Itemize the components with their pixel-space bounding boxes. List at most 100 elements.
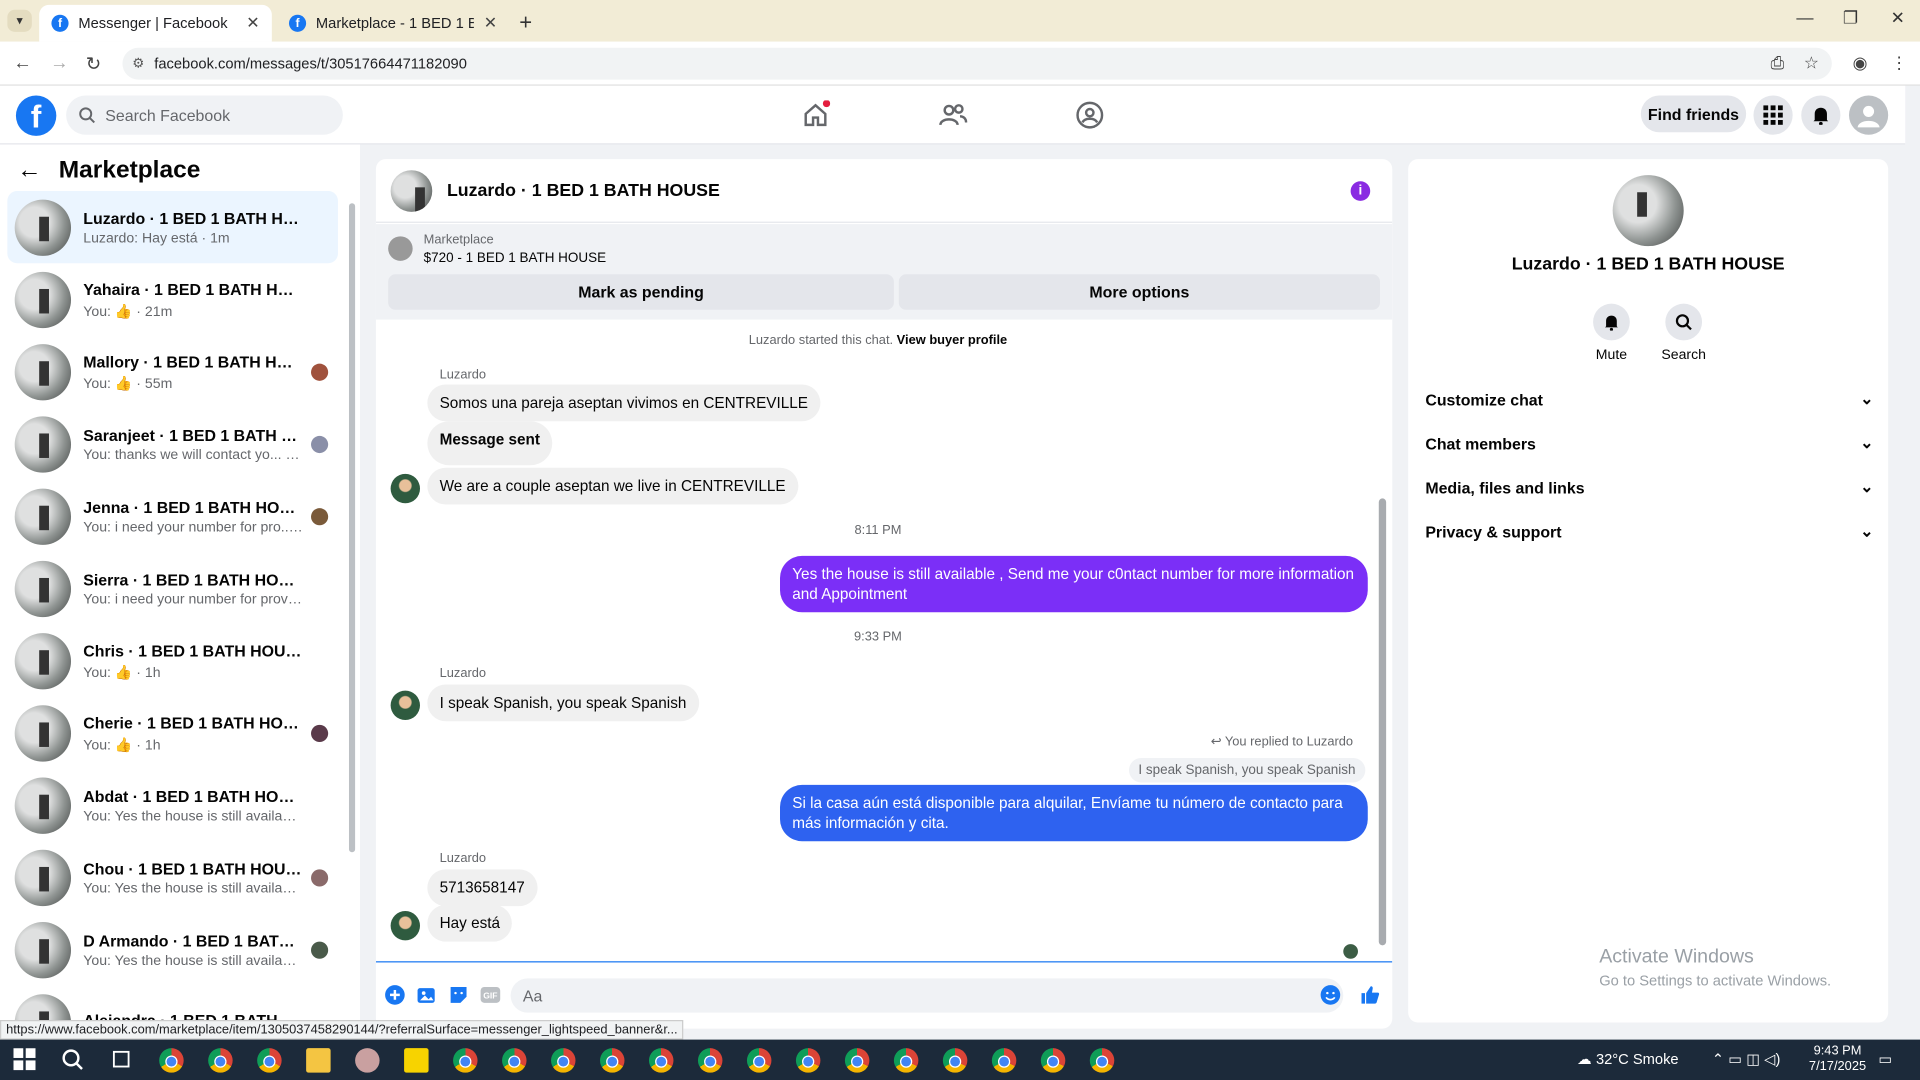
quoted-message[interactable]: I speak Spanish, you speak Spanish xyxy=(1128,757,1366,783)
tab-messenger[interactable]: f Messenger | Facebook ✕ xyxy=(39,4,272,42)
chrome-icon[interactable] xyxy=(746,1048,772,1073)
chrome-icon[interactable] xyxy=(648,1048,674,1073)
close-tab-icon[interactable]: ✕ xyxy=(484,13,497,33)
search-icon[interactable] xyxy=(61,1048,85,1072)
media-files-links-section[interactable]: Media, files and links ⌄ xyxy=(1425,478,1873,498)
conversation-item[interactable]: Luzardo · 1 BED 1 BATH HOUSE Luzardo: Hay… xyxy=(7,191,338,264)
chat-members-section[interactable]: Chat members ⌄ xyxy=(1425,433,1873,453)
reload-icon[interactable]: ↻ xyxy=(86,53,101,75)
incoming-message[interactable]: 5713658147 xyxy=(427,869,537,907)
chat-title[interactable]: Luzardo · 1 BED 1 BATH HOUSE xyxy=(447,181,720,201)
sticky-notes-icon[interactable] xyxy=(404,1048,429,1073)
sender-avatar[interactable] xyxy=(390,473,421,504)
page-scrollbar[interactable] xyxy=(1905,85,1920,1039)
conversation-item[interactable]: Jenna · 1 BED 1 BATH HOUSE You: i need yo… xyxy=(7,480,338,552)
conversation-item[interactable]: Sierra · 1 BED 1 BATH HOUSE You: i need y… xyxy=(7,552,338,624)
find-friends-button[interactable]: Find friends xyxy=(1640,95,1747,133)
sender-avatar[interactable] xyxy=(390,690,421,721)
weather-widget[interactable]: ☁ 32°C Smoke xyxy=(1577,1051,1678,1068)
chrome-icon[interactable] xyxy=(795,1048,821,1073)
conversation-item[interactable]: Abdat · 1 BED 1 BATH HOUSE You: Yes the h… xyxy=(7,769,338,841)
chrome-icon[interactable] xyxy=(893,1048,919,1073)
listing-thumbnail[interactable] xyxy=(388,236,413,261)
chrome-icon[interactable] xyxy=(257,1048,282,1073)
facebook-logo-icon[interactable]: f xyxy=(15,95,57,136)
conversation-item[interactable]: Chris · 1 BED 1 BATH HOUSE You: 👍 · 1h xyxy=(7,624,338,696)
chrome-icon[interactable] xyxy=(453,1048,478,1073)
system-clock[interactable]: 9:43 PM 7/17/2025 xyxy=(1809,1043,1866,1075)
privacy-support-section[interactable]: Privacy & support ⌄ xyxy=(1425,522,1873,542)
url-field[interactable]: ⚙ facebook.com/messages/t/30517664471182… xyxy=(122,47,1832,80)
thumbs-up-icon[interactable] xyxy=(1359,983,1381,1005)
home-icon[interactable] xyxy=(801,100,831,129)
file-explorer-icon[interactable] xyxy=(306,1048,331,1073)
gif-icon[interactable]: GIF xyxy=(479,983,501,1005)
emoji-icon[interactable] xyxy=(1319,983,1341,1005)
conversation-item[interactable]: D Armando · 1 BED 1 BATH H... You: Yes th… xyxy=(7,913,338,985)
chrome-icon[interactable] xyxy=(697,1048,723,1073)
sticker-icon[interactable] xyxy=(447,983,469,1005)
photo-icon[interactable] xyxy=(415,983,437,1005)
app-icon[interactable] xyxy=(355,1048,380,1073)
chrome-icon[interactable] xyxy=(1089,1048,1115,1073)
mute-button[interactable]: Mute xyxy=(1575,303,1648,362)
menu-kebab-icon[interactable]: ⋮ xyxy=(1891,53,1908,74)
incoming-message[interactable]: I speak Spanish, you speak Spanish xyxy=(427,684,699,722)
search-facebook-input[interactable]: Search Facebook xyxy=(66,95,343,135)
outgoing-message[interactable]: Si la casa aún está disponible para alqu… xyxy=(780,784,1368,842)
close-tab-icon[interactable]: ✕ xyxy=(246,13,259,33)
incoming-message[interactable]: Somos una pareja aseptan vivimos en CENT… xyxy=(427,384,821,422)
plus-circle-icon[interactable] xyxy=(383,983,405,1005)
customize-chat-section[interactable]: Customize chat ⌄ xyxy=(1425,389,1873,409)
forward-icon[interactable]: → xyxy=(50,53,68,74)
incoming-message[interactable]: Message sent xyxy=(427,421,553,466)
chrome-icon[interactable] xyxy=(502,1048,527,1073)
search-conversation-button[interactable]: Search xyxy=(1647,303,1720,362)
mark-pending-button[interactable]: Mark as pending xyxy=(388,274,894,310)
sender-avatar[interactable] xyxy=(390,911,421,941)
menu-grid-icon[interactable] xyxy=(1753,95,1793,135)
view-buyer-profile-link[interactable]: View buyer profile xyxy=(897,333,1008,348)
chrome-icon[interactable] xyxy=(942,1048,968,1073)
chrome-icon[interactable] xyxy=(600,1048,625,1073)
chrome-icon[interactable] xyxy=(1040,1048,1066,1073)
chrome-icon[interactable] xyxy=(208,1048,233,1073)
bookmark-star-icon[interactable]: ☆ xyxy=(1804,53,1819,74)
back-arrow-icon[interactable]: ← xyxy=(17,157,41,185)
conversation-item[interactable]: Mallory · 1 BED 1 BATH HOUSE You: 👍 · 55m xyxy=(7,336,338,408)
listing-avatar[interactable] xyxy=(390,169,433,212)
site-info-icon[interactable]: ⚙ xyxy=(132,55,144,71)
install-app-icon[interactable]: ⎙ xyxy=(1771,53,1785,74)
scrollbar-thumb[interactable] xyxy=(1378,498,1387,946)
conversation-item[interactable]: Cherie · 1 BED 1 BATH HOUSE You: 👍 · 1h xyxy=(7,697,338,769)
tab-search-icon[interactable]: ▾ xyxy=(7,9,32,32)
more-options-button[interactable]: More options xyxy=(898,274,1381,310)
incoming-message[interactable]: We are a couple aseptan we live in CENTR… xyxy=(427,467,798,505)
chrome-icon[interactable] xyxy=(991,1048,1017,1073)
conversation-item[interactable]: Chou · 1 BED 1 BATH HOUSE You: Yes the ho… xyxy=(7,841,338,913)
chrome-icon[interactable] xyxy=(551,1048,576,1073)
back-icon[interactable]: ← xyxy=(13,53,31,74)
notifications-bell-icon[interactable] xyxy=(1801,95,1841,135)
conversation-item[interactable]: Yahaira · 1 BED 1 BATH HOUSE You: 👍 · 21m xyxy=(7,263,338,335)
task-view-icon[interactable] xyxy=(110,1048,134,1072)
friends-icon[interactable] xyxy=(938,100,968,129)
listing-avatar[interactable] xyxy=(1612,175,1684,247)
chrome-icon[interactable] xyxy=(159,1048,184,1073)
close-window-icon[interactable]: ✕ xyxy=(1891,7,1905,28)
minimize-icon[interactable]: — xyxy=(1796,7,1813,27)
info-icon[interactable]: i xyxy=(1350,181,1371,201)
restore-icon[interactable]: ❐ xyxy=(1843,7,1858,28)
notification-center-icon[interactable]: ▭ xyxy=(1878,1051,1892,1068)
listing-title[interactable]: $720 - 1 BED 1 BATH HOUSE xyxy=(424,251,606,266)
incoming-message[interactable]: Hay está xyxy=(427,904,513,942)
message-input[interactable]: Aa xyxy=(510,978,1344,1013)
groups-icon[interactable] xyxy=(1075,100,1104,129)
outgoing-message[interactable]: Yes the house is still available , Send … xyxy=(780,555,1368,613)
new-tab-icon[interactable]: + xyxy=(519,10,532,36)
conversation-item[interactable]: Saranjeet · 1 BED 1 BATH HOU... You: than… xyxy=(7,408,338,480)
tab-marketplace[interactable]: f Marketplace - 1 BED 1 BATH HO ✕ xyxy=(277,5,510,42)
account-avatar[interactable] xyxy=(1848,95,1889,135)
tray-icons[interactable]: ⌃ ▭ ◫ ◁) xyxy=(1712,1051,1781,1068)
profile-icon[interactable]: ◉ xyxy=(1853,53,1868,74)
